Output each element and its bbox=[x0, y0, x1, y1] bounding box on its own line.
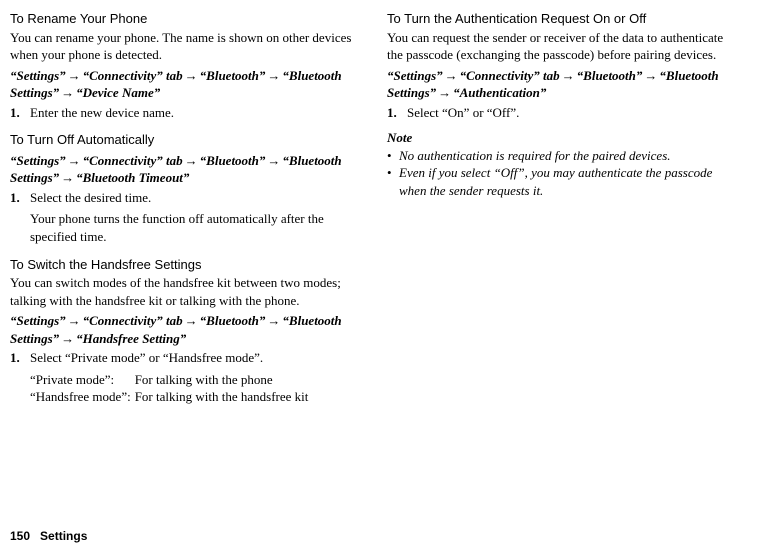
arrow-icon: → bbox=[185, 313, 198, 328]
mode-label: “Handsfree mode”: bbox=[30, 388, 131, 406]
right-column: To Turn the Authentication Request On or… bbox=[387, 10, 742, 406]
note-text: No authentication is required for the pa… bbox=[399, 147, 671, 165]
arrow-icon: → bbox=[61, 85, 74, 100]
step-number: 1. bbox=[10, 189, 30, 207]
nav-path: “Settings”→“Connectivity” tab→“Bluetooth… bbox=[387, 67, 742, 102]
left-column: To Rename Your Phone You can rename your… bbox=[10, 10, 365, 406]
arrow-icon: → bbox=[61, 170, 74, 185]
nav-path: “Settings”→“Connectivity” tab→“Bluetooth… bbox=[10, 152, 365, 187]
step-item: 1. Select the desired time. bbox=[10, 189, 365, 207]
mode-label: “Private mode”: bbox=[30, 371, 131, 389]
arrow-icon: → bbox=[644, 68, 657, 83]
mode-desc: For talking with the handsfree kit bbox=[135, 388, 365, 406]
step-item: 1. Select “Private mode” or “Handsfree m… bbox=[10, 349, 365, 367]
arrow-icon: → bbox=[185, 68, 198, 83]
note-bullet: • No authentication is required for the … bbox=[387, 147, 742, 165]
step-number: 1. bbox=[387, 104, 407, 122]
step-note: Your phone turns the function off automa… bbox=[30, 210, 365, 245]
note-label: Note bbox=[387, 129, 742, 147]
step-text: Select “Private mode” or “Handsfree mode… bbox=[30, 349, 365, 367]
note-bullet: • Even if you select “Off”, you may auth… bbox=[387, 164, 742, 199]
step-number: 1. bbox=[10, 104, 30, 122]
footer-section: Settings bbox=[40, 529, 87, 543]
section-heading-auth: To Turn the Authentication Request On or… bbox=[387, 10, 742, 28]
step-text: Enter the new device name. bbox=[30, 104, 365, 122]
step-item: 1. Select “On” or “Off”. bbox=[387, 104, 742, 122]
bullet-icon: • bbox=[387, 164, 399, 199]
section-heading-handsfree: To Switch the Handsfree Settings bbox=[10, 256, 365, 274]
step-text: Select “On” or “Off”. bbox=[407, 104, 742, 122]
arrow-icon: → bbox=[267, 313, 280, 328]
bullet-icon: • bbox=[387, 147, 399, 165]
arrow-icon: → bbox=[267, 153, 280, 168]
step-text: Select the desired time. bbox=[30, 189, 365, 207]
step-item: 1. Enter the new device name. bbox=[10, 104, 365, 122]
note-text: Even if you select “Off”, you may authen… bbox=[399, 164, 742, 199]
mode-desc: For talking with the phone bbox=[135, 371, 365, 389]
nav-path: “Settings”→“Connectivity” tab→“Bluetooth… bbox=[10, 312, 365, 347]
body-text: You can switch modes of the handsfree ki… bbox=[10, 274, 365, 309]
mode-table: “Private mode”: For talking with the pho… bbox=[30, 371, 365, 406]
section-heading-rename: To Rename Your Phone bbox=[10, 10, 365, 28]
page-footer: 150 Settings bbox=[10, 528, 87, 544]
arrow-icon: → bbox=[562, 68, 575, 83]
page-number: 150 bbox=[10, 529, 30, 543]
arrow-icon: → bbox=[68, 68, 81, 83]
arrow-icon: → bbox=[185, 153, 198, 168]
body-text: You can rename your phone. The name is s… bbox=[10, 29, 365, 64]
arrow-icon: → bbox=[68, 153, 81, 168]
arrow-icon: → bbox=[445, 68, 458, 83]
step-number: 1. bbox=[10, 349, 30, 367]
nav-path: “Settings”→“Connectivity” tab→“Bluetooth… bbox=[10, 67, 365, 102]
arrow-icon: → bbox=[438, 85, 451, 100]
arrow-icon: → bbox=[61, 331, 74, 346]
arrow-icon: → bbox=[267, 68, 280, 83]
section-heading-turnoff: To Turn Off Automatically bbox=[10, 131, 365, 149]
body-text: You can request the sender or receiver o… bbox=[387, 29, 742, 64]
arrow-icon: → bbox=[68, 313, 81, 328]
